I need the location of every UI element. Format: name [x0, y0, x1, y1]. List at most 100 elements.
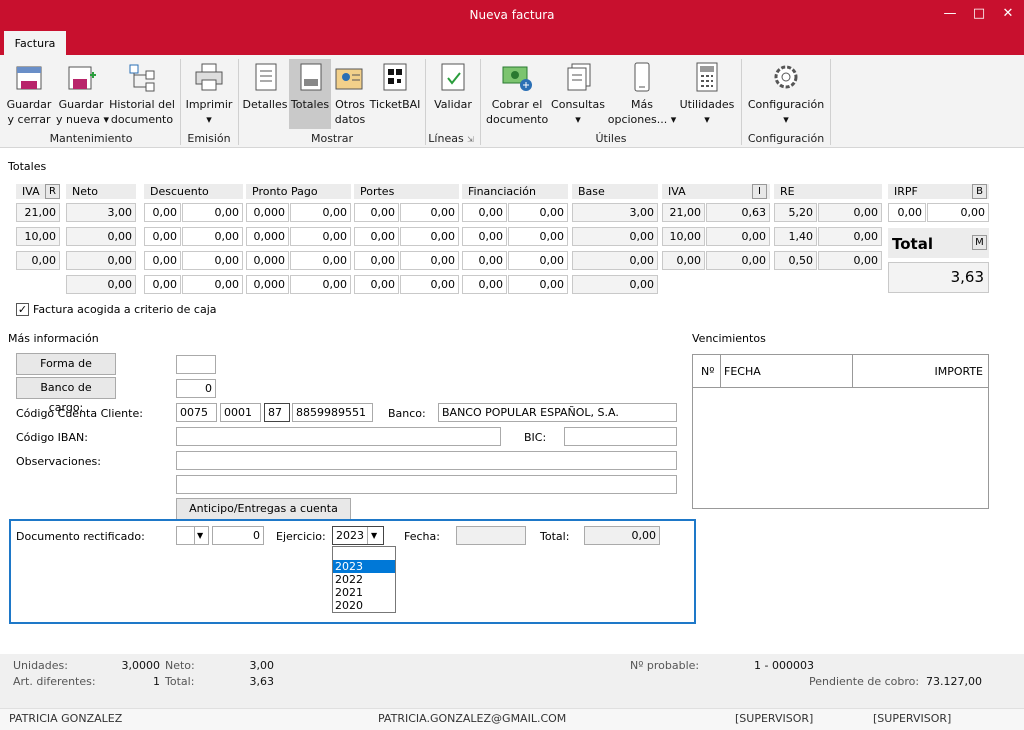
cc-oficina-field[interactable]: 0001 [220, 403, 261, 422]
ejercicio-options: 2023 2022 2021 2020 [333, 560, 395, 612]
n-probable-label: Nº probable: [630, 659, 700, 672]
totales-cell-d2[interactable]: 0,00 [182, 203, 243, 222]
banco-cargo-button[interactable]: Banco de cargo: [16, 377, 116, 414]
configuracion-button[interactable]: Configuración ▾ [746, 59, 826, 127]
mas-opciones-button[interactable]: Más opciones... ▾ [606, 59, 678, 127]
close-icon[interactable]: ✕ [995, 4, 1021, 24]
criterio-caja-checkbox[interactable]: ✓ [16, 303, 29, 316]
guardar-nueva-button[interactable]: Guardar y nueva ▾ [56, 59, 109, 127]
cc-cuenta-field[interactable]: 8859989551 [292, 403, 373, 422]
fecha-field[interactable] [456, 526, 526, 545]
totales-cell-f2[interactable]: 0,00 [508, 227, 568, 246]
totales-cell-d1[interactable]: 0,00 [144, 203, 181, 222]
cobrar-button[interactable]: Cobrar el documento [486, 59, 548, 127]
vencimientos-title: Vencimientos [692, 332, 766, 345]
totales-cell-po2[interactable]: 0,00 [400, 227, 459, 246]
totales-cell-pp1[interactable]: 0,000 [246, 227, 289, 246]
totales-cell-po1[interactable]: 0,00 [354, 275, 399, 294]
tab-factura[interactable]: Factura [4, 31, 66, 56]
banco-field[interactable]: BANCO POPULAR ESPAÑOL, S.A. [438, 403, 677, 422]
ejercicio-option[interactable]: 2023 [333, 560, 395, 573]
vencimientos-table: Nº FECHA IMPORTE [692, 354, 989, 509]
totales-cell-d1[interactable]: 0,00 [144, 275, 181, 294]
user-name: PATRICIA GONZALEZ [9, 712, 123, 725]
cc-dc-field[interactable]: 87 [264, 403, 290, 422]
totales-cell-f1[interactable]: 0,00 [462, 227, 507, 246]
totales-cell-d1[interactable]: 0,00 [144, 251, 181, 270]
ejercicio-option[interactable]: 2021 [333, 586, 395, 599]
totales-cell-d2[interactable]: 0,00 [182, 275, 243, 294]
detalles-button[interactable]: Detalles [242, 59, 288, 112]
totales-cell-f2[interactable]: 0,00 [508, 275, 568, 294]
totales-cell-f1[interactable]: 0,00 [462, 203, 507, 222]
totales-cell-d2[interactable]: 0,00 [182, 251, 243, 270]
printer-icon [193, 61, 225, 93]
totales-cell-pp2[interactable]: 0,00 [290, 275, 351, 294]
doc-numero-field[interactable]: 0 [212, 526, 264, 545]
totales-cell-pp2[interactable]: 0,00 [290, 227, 351, 246]
observaciones-field-1[interactable] [176, 451, 677, 470]
banco-cargo-field[interactable]: 0 [176, 379, 216, 398]
ejercicio-dropdown: 2023 2022 2021 2020 [332, 546, 396, 613]
utilidades-button[interactable]: Utilidades ▾ [679, 59, 735, 127]
historial-button[interactable]: Historial del documento [108, 59, 176, 127]
forma-pago-button[interactable]: Forma de pago: [16, 353, 116, 390]
iban-field[interactable] [176, 427, 501, 446]
totales-cell-f2[interactable]: 0,00 [508, 251, 568, 270]
totales-cell-re-imp: 0,00 [818, 203, 882, 222]
imprimir-button[interactable]: Imprimir ▾ [184, 59, 234, 127]
totales-cell-pp1[interactable]: 0,000 [246, 251, 289, 270]
totales-cell-po1[interactable]: 0,00 [354, 203, 399, 222]
totales-cell-pp2[interactable]: 0,00 [290, 251, 351, 270]
iva-r-button[interactable]: R [45, 184, 60, 199]
guardar-cerrar-button[interactable]: Guardar y cerrar [4, 59, 54, 127]
doc-serie-select[interactable]: ▼ [176, 526, 209, 545]
totales-cell-pp1[interactable]: 0,000 [246, 203, 289, 222]
totales-cell-po2[interactable]: 0,00 [400, 203, 459, 222]
totales-cell-d1[interactable]: 0,00 [144, 227, 181, 246]
totales-cell-po2[interactable]: 0,00 [400, 251, 459, 270]
cobrar-label: Cobrar el documento [486, 98, 549, 126]
totales-cell-f1[interactable]: 0,00 [462, 275, 507, 294]
totales-cell-po1[interactable]: 0,00 [354, 251, 399, 270]
header-irpf-label: IRPF [894, 185, 918, 198]
irpf-b-button[interactable]: B [972, 184, 987, 199]
dialog-launcher-icon[interactable]: ⇲ [467, 135, 474, 144]
forma-pago-field[interactable] [176, 355, 216, 374]
ejercicio-option[interactable]: 2022 [333, 573, 395, 586]
ticketbai-button[interactable]: TicketBAI [369, 59, 421, 112]
totales-cell-d2[interactable]: 0,00 [182, 227, 243, 246]
totales-cell-po1[interactable]: 0,00 [354, 227, 399, 246]
totales-button[interactable]: Totales [289, 59, 331, 129]
ejercicio-option[interactable]: 2020 [333, 599, 395, 612]
totales-cell-po2[interactable]: 0,00 [400, 275, 459, 294]
totales-cell-pp1[interactable]: 0,000 [246, 275, 289, 294]
tab-strip [0, 31, 1024, 55]
bic-field[interactable] [564, 427, 677, 446]
total-m-button[interactable]: M [972, 235, 987, 250]
minimize-icon[interactable]: — [937, 4, 963, 24]
total-rect-field[interactable]: 0,00 [584, 526, 660, 545]
totales-cell-pp2[interactable]: 0,00 [290, 203, 351, 222]
neto-label: Neto: [165, 659, 195, 672]
observaciones-field-2[interactable] [176, 475, 677, 494]
ejercicio-select[interactable]: 2023 ▼ [332, 526, 384, 545]
section-mas-informacion-title: Más información [8, 332, 99, 345]
irpf-imp-field[interactable]: 0,00 [927, 203, 989, 222]
guardar-nueva-label: Guardar y nueva ▾ [56, 98, 109, 126]
validar-button[interactable]: Validar [430, 59, 476, 112]
anticipo-button[interactable]: Anticipo/Entregas a cuenta [176, 498, 351, 520]
configuracion-label: Configuración ▾ [747, 98, 825, 126]
otros-datos-button[interactable]: Otros datos [333, 59, 367, 127]
totales-cell-re-imp: 0,00 [818, 227, 882, 246]
group-mostrar: Mostrar [310, 132, 354, 145]
maximize-icon[interactable]: □ [966, 4, 992, 24]
totales-cell-f1[interactable]: 0,00 [462, 251, 507, 270]
totales-cell-f2[interactable]: 0,00 [508, 203, 568, 222]
consultas-button[interactable]: Consultas ▾ [550, 59, 606, 127]
cc-entidad-field[interactable]: 0075 [176, 403, 217, 422]
iva-i-button[interactable]: I [752, 184, 767, 199]
irpf-pct-field[interactable]: 0,00 [888, 203, 926, 222]
guardar-cerrar-label: Guardar y cerrar [6, 98, 52, 126]
save-new-icon [65, 61, 97, 93]
